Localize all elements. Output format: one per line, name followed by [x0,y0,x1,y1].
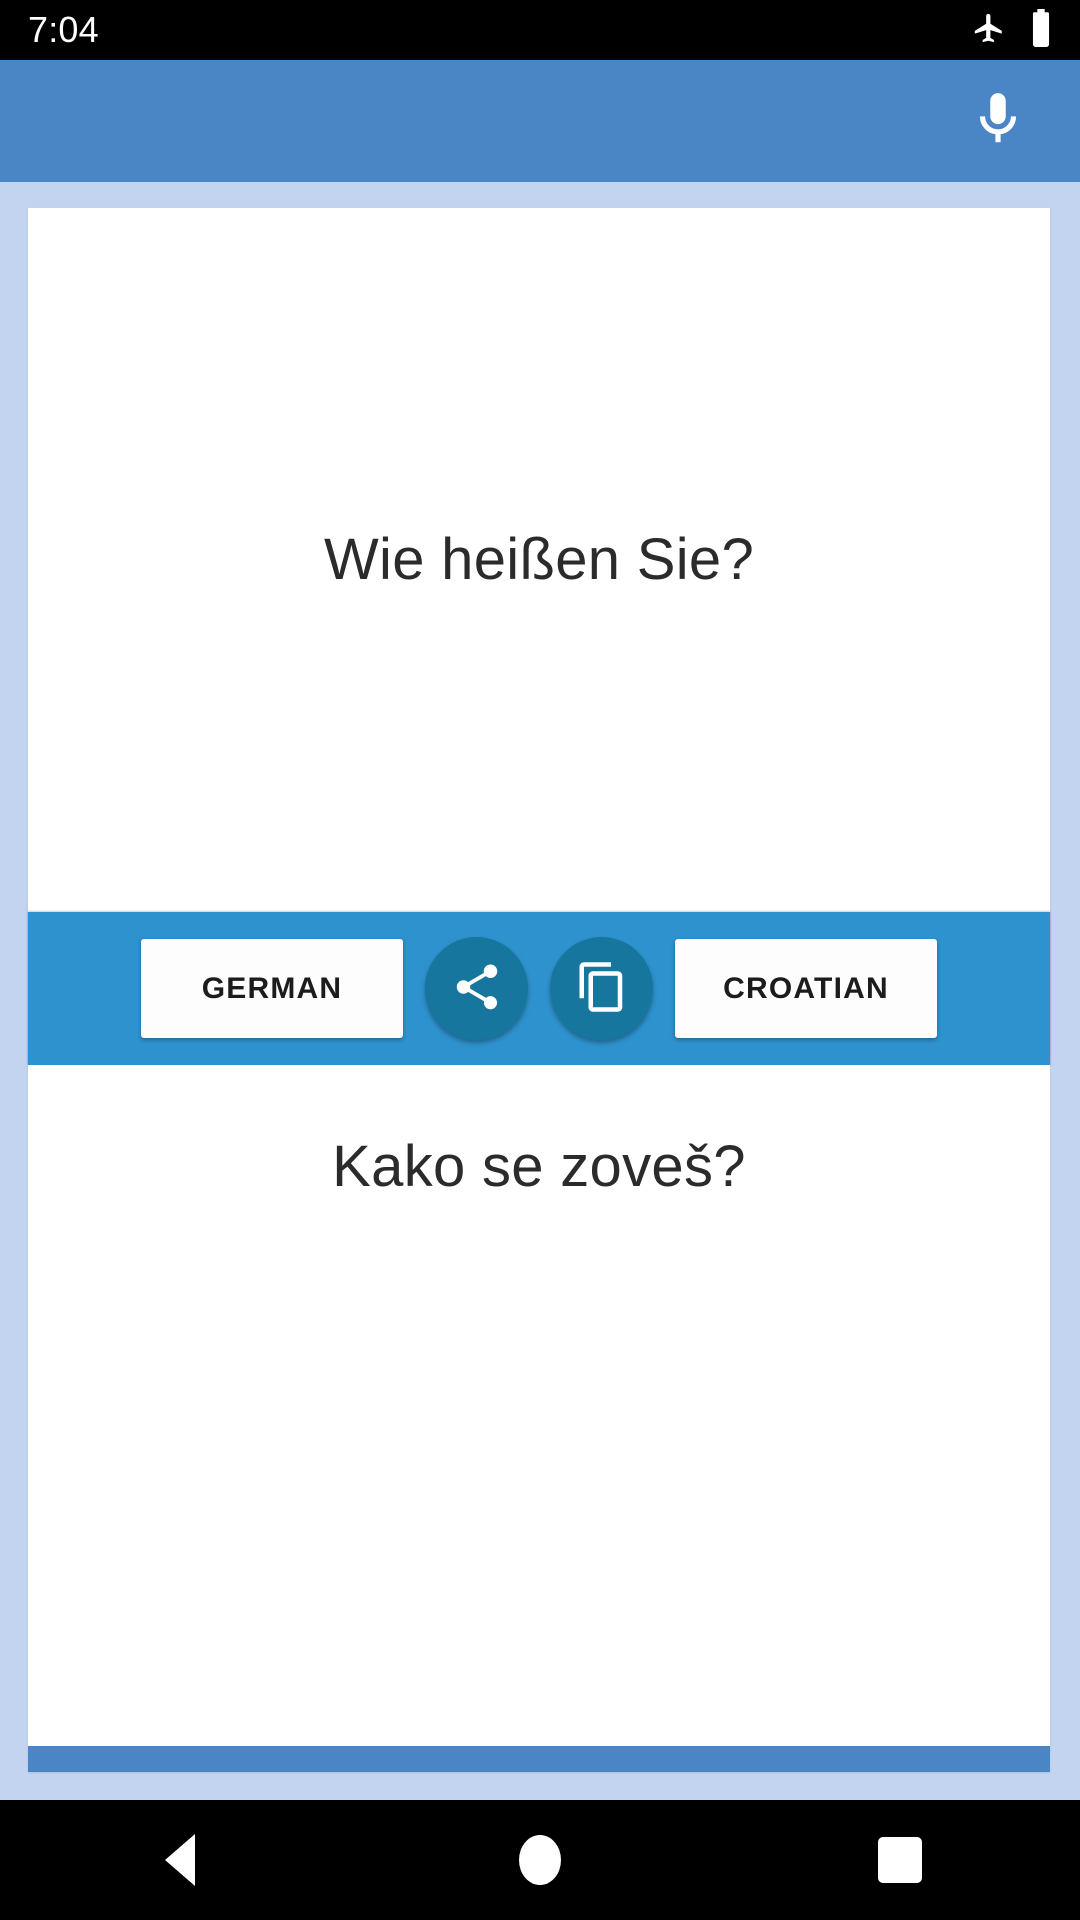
phone-screen: 7:04 Wie heißen Sie? GERMAN CROATIAN Kak… [0,0,1080,1920]
status-bar-clock: 7:04 [28,9,99,50]
nav-home-button[interactable] [465,1800,615,1920]
language-toolbar: GERMAN CROATIAN [28,912,1050,1065]
share-icon [450,960,504,1017]
status-bar: 7:04 [0,0,1080,60]
target-text: Kako se zoveš? [332,1134,746,1199]
target-text-pane[interactable]: Kako se zoveš? [28,1065,1050,1772]
android-nav-bar [0,1800,1080,1920]
status-bar-icons [972,8,1054,52]
accent-bar [28,1746,1050,1772]
microphone-button[interactable] [950,73,1046,169]
source-text-pane[interactable]: Wie heißen Sie? [28,208,1050,912]
source-text: Wie heißen Sie? [323,526,755,592]
home-circle-icon [519,1835,561,1885]
source-language-button[interactable]: GERMAN [141,939,403,1038]
target-language-button[interactable]: CROATIAN [675,939,937,1038]
app-bar [0,60,1080,182]
battery-icon [1028,8,1054,52]
translation-card: Wie heißen Sie? GERMAN CROATIAN Kako se … [28,208,1050,1772]
back-triangle-icon [165,1834,195,1886]
copy-icon [575,960,629,1017]
recents-square-icon [878,1837,922,1883]
share-button[interactable] [425,937,528,1040]
nav-back-button[interactable] [105,1800,255,1920]
nav-recents-button[interactable] [825,1800,975,1920]
microphone-icon [967,88,1029,155]
airplane-mode-icon [972,11,1006,50]
copy-button[interactable] [550,937,653,1040]
